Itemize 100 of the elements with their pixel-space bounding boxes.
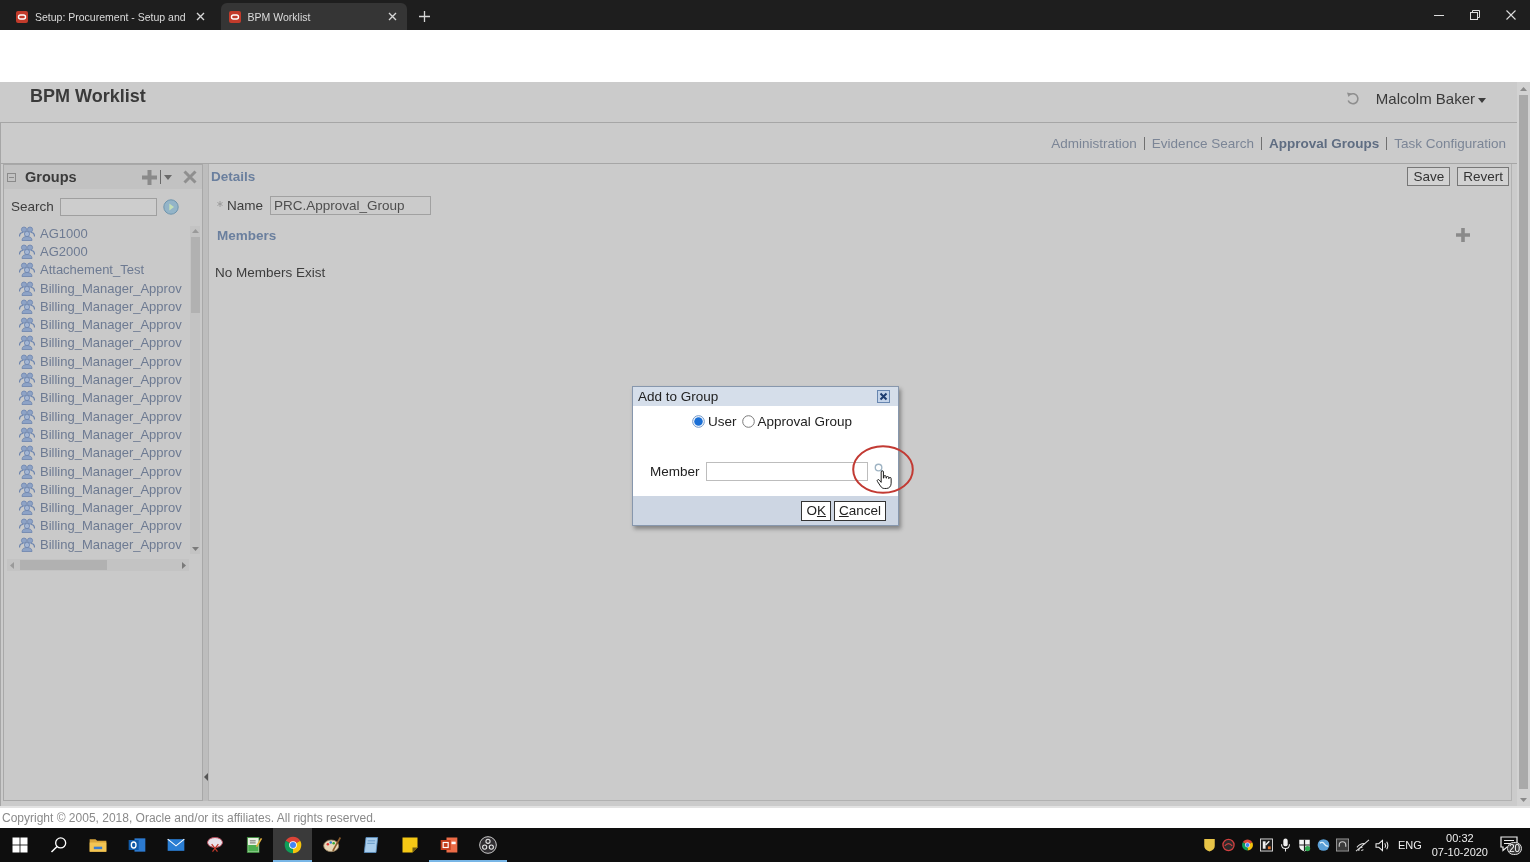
app-tile-icon[interactable] — [1259, 838, 1273, 852]
browser-icon — [282, 835, 303, 855]
name-field[interactable]: PRC.Approval_Group — [270, 196, 431, 215]
people-icon — [19, 298, 35, 314]
group-item[interactable]: Billing_Manager_Approv — [19, 352, 190, 371]
shield-check-icon[interactable] — [1297, 838, 1311, 852]
people-icon — [19, 536, 35, 552]
group-item[interactable]: Billing_Manager_Approv — [19, 498, 190, 517]
search-field[interactable] — [59, 197, 157, 216]
taskbar-button[interactable] — [273, 828, 312, 862]
new-tab-icon[interactable] — [418, 11, 430, 22]
group-item[interactable]: Billing_Manager_Approv — [19, 535, 190, 554]
dialog-button[interactable]: Cancel — [833, 500, 886, 521]
nav-link[interactable]: Approval Groups — [1268, 135, 1380, 151]
close-tab-icon[interactable] — [195, 12, 205, 21]
search-label: Search — [11, 199, 54, 214]
radio-icon[interactable] — [692, 415, 705, 428]
dialog-button[interactable]: OK — [801, 500, 831, 521]
member-field[interactable] — [705, 462, 868, 481]
group-item[interactable]: Billing_Manager_Approv — [19, 297, 190, 316]
people-icon — [19, 500, 35, 516]
group-item[interactable]: Billing_Manager_Approv — [19, 516, 190, 536]
radio-icon[interactable] — [741, 415, 755, 428]
people-icon — [19, 463, 35, 479]
language-indicator[interactable]: ENG — [1397, 839, 1422, 851]
people-icon — [19, 372, 35, 387]
copyright-text: Copyright © 2005, 2018, Oracle and/or its affiliates. All rights reserved. — [2, 811, 377, 825]
group-item[interactable]: Billing_Manager_Approv — [19, 278, 190, 298]
slides-icon — [438, 835, 459, 855]
app-title: BPM Worklist — [30, 85, 146, 107]
highlight-circle — [852, 445, 914, 494]
section-title: Members — [217, 227, 277, 243]
group-item[interactable]: Billing_Manager_Approv — [19, 425, 190, 444]
collapse-arrow-icon[interactable] — [203, 773, 208, 781]
gauge-icon[interactable] — [1221, 838, 1235, 852]
globe-icon[interactable] — [1316, 838, 1330, 852]
dialog-title: Add to Group — [638, 389, 719, 404]
close-icon[interactable] — [877, 390, 890, 403]
caret-icon — [1478, 97, 1486, 103]
scissors-icon — [204, 835, 225, 855]
user-menu[interactable]: Malcolm Baker — [1375, 89, 1486, 109]
people-icon — [19, 518, 35, 534]
people-icon — [19, 280, 35, 296]
search-icon — [48, 835, 69, 855]
volume-icon[interactable] — [1374, 838, 1390, 852]
dropdown-caret-icon[interactable] — [164, 174, 172, 180]
group-item[interactable]: Billing_Manager_Approv — [19, 406, 190, 426]
notification-count: 20 — [1507, 842, 1523, 855]
people-icon — [19, 481, 35, 497]
group-item[interactable]: Billing_Manager_Approv — [19, 333, 190, 353]
microphone-icon[interactable] — [1278, 838, 1292, 852]
arch-tile-icon[interactable] — [1335, 838, 1349, 852]
group-item[interactable]: Billing_Manager_Approv — [19, 370, 190, 389]
browser-icon[interactable] — [1240, 838, 1254, 852]
group-item[interactable]: AG1000 — [19, 224, 190, 243]
section-title: Details — [211, 168, 256, 184]
palette-icon — [321, 835, 342, 855]
field-label: Name — [227, 198, 263, 213]
group-item[interactable]: Attachement_Test — [19, 260, 190, 279]
group-item[interactable]: Billing_Manager_Approv — [19, 461, 190, 481]
scroll-thumb[interactable] — [1519, 95, 1528, 789]
people-icon — [19, 390, 35, 406]
list-scrollbar[interactable] — [190, 226, 200, 554]
close-window-icon[interactable] — [1506, 10, 1516, 20]
nav-link[interactable]: Task Configuration — [1394, 135, 1506, 151]
people-icon — [19, 225, 35, 241]
record-icon — [477, 835, 498, 855]
toolbar-button[interactable]: Revert — [1457, 166, 1509, 186]
group-item[interactable]: Billing_Manager_Approv — [19, 480, 190, 499]
clock-date[interactable]: 07-10-2020 — [1431, 845, 1488, 859]
nav-link[interactable]: Evidence Search — [1151, 135, 1254, 151]
radio-option[interactable]: User — [692, 414, 737, 429]
empty-message: No Members Exist — [215, 265, 326, 281]
scroll-thumb[interactable] — [20, 560, 107, 570]
close-tab-icon[interactable] — [387, 12, 397, 21]
restore-icon[interactable] — [1470, 10, 1480, 20]
group-item[interactable]: Billing_Manager_Approv — [19, 443, 190, 462]
toolbar-button[interactable]: Save — [1407, 166, 1451, 186]
horizontal-scrollbar[interactable] — [7, 559, 189, 571]
browser-tab[interactable]: BPM Worklist — [220, 3, 407, 30]
group-item[interactable]: Billing_Manager_Approv — [19, 315, 190, 334]
clock-time[interactable]: 00:32 — [1446, 831, 1474, 845]
people-icon — [19, 353, 35, 369]
people-icon — [19, 335, 35, 351]
scroll-thumb[interactable] — [190, 237, 200, 313]
panel-title: Groups — [25, 169, 77, 185]
people-icon — [19, 243, 35, 259]
mail-app-icon — [126, 835, 147, 855]
group-item[interactable]: Billing_Manager_Approv — [19, 388, 190, 407]
page-scrollbar[interactable] — [1517, 82, 1530, 806]
favicon-icon — [228, 10, 241, 23]
hand-cursor-icon — [876, 470, 892, 490]
shield-icon[interactable] — [1202, 838, 1216, 852]
wifi-icon[interactable] — [1354, 838, 1370, 852]
browser-tab[interactable]: Setup: Procurement - Setup and — [8, 3, 215, 30]
radio-option[interactable]: Approval Group — [741, 414, 853, 429]
nav-link[interactable]: Administration — [1051, 135, 1137, 151]
field-label: Member — [650, 464, 700, 479]
group-item[interactable]: AG2000 — [19, 242, 190, 261]
people-icon — [19, 426, 35, 442]
